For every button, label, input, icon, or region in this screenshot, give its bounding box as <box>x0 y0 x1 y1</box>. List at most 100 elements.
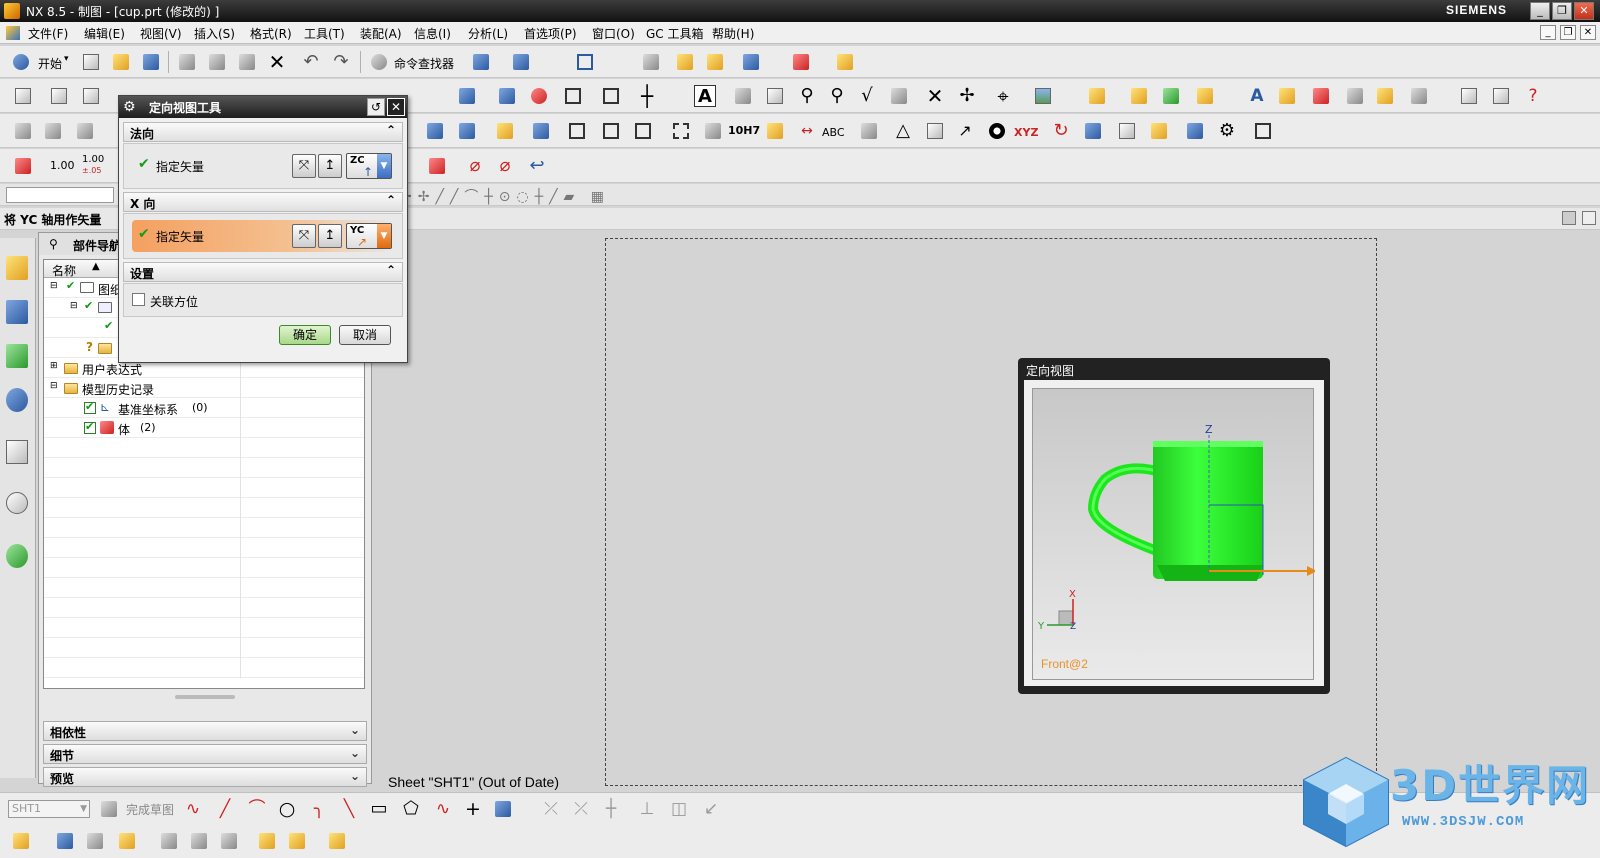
chevron-down-icon[interactable]: ⌄ <box>350 769 360 783</box>
dashed-frame-icon[interactable] <box>670 120 692 142</box>
menu-info[interactable]: 信息(I) <box>414 25 451 42</box>
triangle-icon[interactable]: △ <box>892 120 914 142</box>
command-finder-button[interactable]: 命令查找器 <box>394 55 454 72</box>
chevron-up-icon[interactable]: ⌃ <box>386 123 396 137</box>
x-direction-section-header[interactable]: X 向 ⌃ <box>123 192 403 212</box>
associate-checkbox[interactable] <box>132 293 145 306</box>
mirror-assembly-icon[interactable] <box>218 830 240 852</box>
app-menu-icon[interactable] <box>6 26 20 40</box>
chevron-down-icon[interactable]: ⌄ <box>350 746 360 760</box>
centerline-icon[interactable]: ┼ <box>636 85 658 107</box>
minimize-button[interactable]: _ <box>1530 2 1550 20</box>
transform-icon[interactable] <box>704 51 726 73</box>
tolerance-value[interactable]: ±.05 <box>82 166 101 175</box>
menu-edit[interactable]: 编辑(E) <box>84 25 125 42</box>
arc-icon[interactable]: ⌒ <box>246 798 268 820</box>
return-icon[interactable]: ↩ <box>526 155 548 177</box>
xyz-label[interactable]: XYZ <box>1014 126 1038 139</box>
note-block-icon[interactable] <box>1116 120 1138 142</box>
layer-settings-icon[interactable] <box>640 51 662 73</box>
fit-tolerance-label[interactable]: 10H7 <box>728 124 760 137</box>
trim-icon[interactable]: ⤫ <box>540 798 562 820</box>
collapse-icon[interactable]: ⊟ <box>70 301 78 311</box>
chamfer-icon[interactable]: ╲ <box>338 798 360 820</box>
component-icon[interactable] <box>54 830 76 852</box>
extend-icon[interactable]: ⤫ <box>570 798 592 820</box>
vector-dialog-button[interactable]: ↥ <box>318 154 342 178</box>
diameter-icon[interactable]: ⌀ <box>464 155 486 177</box>
window-icon[interactable] <box>600 120 622 142</box>
save-icon[interactable] <box>140 51 162 73</box>
tolerance-icon[interactable] <box>426 155 448 177</box>
table-icon[interactable] <box>858 120 880 142</box>
layers-icon[interactable] <box>42 120 64 142</box>
mdi-minimize-button[interactable]: _ <box>1540 25 1556 40</box>
reverse-direction-button[interactable]: ⤧ <box>292 154 316 178</box>
full-screen-icon[interactable] <box>1562 211 1576 225</box>
annotation-edit-icon[interactable] <box>1082 120 1104 142</box>
point-icon[interactable]: + <box>462 798 484 820</box>
normal-vector-row[interactable]: ✔ 指定矢量 ⤧ ↥ ZC ↑ ▼ <box>132 150 396 182</box>
section-line-icon[interactable] <box>456 85 478 107</box>
add-component-icon[interactable] <box>116 830 138 852</box>
constraint-icon[interactable]: ⊥ <box>636 798 658 820</box>
collapse-icon[interactable]: ⊟ <box>50 281 58 291</box>
intersection-icon[interactable]: ✢ <box>956 85 978 107</box>
details-panel[interactable]: 细节 ⌄ <box>43 744 367 764</box>
part-navigator-icon[interactable] <box>6 300 32 328</box>
move-component-icon[interactable] <box>158 830 180 852</box>
crosshatch-icon[interactable]: ✕ <box>924 85 946 107</box>
type-filter-select[interactable] <box>6 187 114 203</box>
diameter-cross-icon[interactable]: ⌀ <box>494 155 516 177</box>
distribute-icon[interactable] <box>456 120 478 142</box>
normal-vector-dropdown[interactable]: ZC ↑ ▼ <box>346 153 392 179</box>
grid-snap-icon[interactable] <box>790 51 812 73</box>
fit-view-icon[interactable] <box>574 51 596 73</box>
sort-asc-icon[interactable]: ▲ <box>92 261 100 272</box>
column-name-label[interactable]: 名称 <box>52 262 76 279</box>
dependencies-panel[interactable]: 相依性 ⌄ <box>43 721 367 741</box>
hatch-icon[interactable] <box>1408 85 1430 107</box>
frame-icon[interactable] <box>566 120 588 142</box>
feature-control-icon[interactable] <box>530 120 552 142</box>
update-view-icon[interactable] <box>528 85 550 107</box>
edit-style-icon[interactable] <box>1194 85 1216 107</box>
splitter-handle[interactable] <box>175 695 235 699</box>
decimal-value-2[interactable]: 1.00 <box>82 154 104 165</box>
solid-box-icon[interactable] <box>1374 85 1396 107</box>
spline-icon[interactable]: ∿ <box>432 798 454 820</box>
menu-view[interactable]: 视图(V) <box>140 25 182 42</box>
tree-row[interactable]: 体 (2) <box>44 418 364 438</box>
close-button[interactable]: ✕ <box>1574 2 1594 20</box>
x-vector-dropdown[interactable]: YC ↗ ▼ <box>346 223 392 249</box>
measure-icon[interactable] <box>834 51 856 73</box>
menu-insert[interactable]: 插入(S) <box>194 25 235 42</box>
drafting-tools-icon[interactable] <box>1086 85 1108 107</box>
window-switch-icon[interactable] <box>470 51 492 73</box>
menu-preferences[interactable]: 首选项(P) <box>524 25 577 42</box>
start-button-label[interactable]: 开始 <box>38 55 62 72</box>
sheet-select[interactable]: SHT1 ▼ <box>8 800 90 818</box>
profile-icon[interactable]: ∿ <box>182 798 204 820</box>
undo-icon[interactable]: ↶ <box>300 51 322 73</box>
chevron-down-icon[interactable]: ▼ <box>80 801 87 817</box>
weld-icon[interactable] <box>764 120 786 142</box>
mdi-restore-button[interactable]: ❐ <box>1560 25 1576 40</box>
menu-window[interactable]: 窗口(O) <box>592 25 635 42</box>
reverse-direction-button[interactable]: ⤧ <box>292 224 316 248</box>
note-icon[interactable]: A <box>694 85 716 107</box>
binoculars-icon[interactable] <box>368 51 390 73</box>
assembly-load-icon[interactable] <box>10 830 32 852</box>
chevron-down-icon[interactable]: ⌄ <box>350 723 360 737</box>
cut-icon[interactable] <box>176 51 198 73</box>
constraint-assembly-icon[interactable] <box>188 830 210 852</box>
make-corner-icon[interactable]: ┼ <box>600 798 622 820</box>
text-style-icon[interactable]: A <box>1246 85 1268 107</box>
target-point-icon[interactable]: ⌖ <box>992 85 1014 107</box>
edit-object-icon[interactable] <box>674 51 696 73</box>
id-symbol-icon[interactable] <box>764 85 786 107</box>
redo-icon[interactable]: ↷ <box>330 51 352 73</box>
label-icon[interactable] <box>732 85 754 107</box>
help-icon[interactable]: ? <box>1522 85 1544 107</box>
menu-format[interactable]: 格式(R) <box>250 25 292 42</box>
